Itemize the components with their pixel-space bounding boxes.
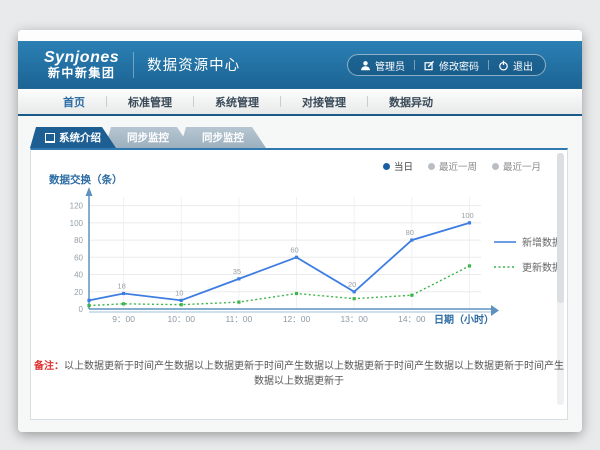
tab-2[interactable]: 同步监控 xyxy=(180,127,266,148)
svg-text:0: 0 xyxy=(79,305,84,314)
svg-text:100: 100 xyxy=(70,219,84,228)
change-password-label: 修改密码 xyxy=(439,58,479,73)
brand-divider xyxy=(133,52,134,78)
tab-1[interactable]: 同步监控 xyxy=(105,127,191,148)
footnote-text: 以上数据更新于时间产生数据以上数据更新于时间产生数据以上数据更新于时间产生数据以… xyxy=(64,361,564,387)
svg-text:40: 40 xyxy=(74,271,83,280)
nav-item-2[interactable]: 系统管理 xyxy=(194,94,280,110)
svg-text:11：00: 11：00 xyxy=(225,314,252,324)
nav-list: 首页标准管理系统管理对接管理数据异动 xyxy=(18,89,582,114)
window-icon xyxy=(45,133,55,143)
time-filter-option-0[interactable]: 当日 xyxy=(383,159,413,173)
svg-text:14：00: 14：00 xyxy=(398,314,426,324)
time-range-filter: 当日 最近一周 最近一月 xyxy=(383,159,541,173)
edit-icon xyxy=(424,60,435,71)
svg-text:12：00: 12：00 xyxy=(283,314,311,324)
time-filter-label: 当日 xyxy=(394,159,413,173)
nav-item-0[interactable]: 首页 xyxy=(42,94,106,110)
pill-divider xyxy=(414,60,415,70)
svg-text:日期（小时）: 日期（小时） xyxy=(434,313,494,326)
footnote-label: 备注： xyxy=(34,361,64,372)
nav-item-3[interactable]: 对接管理 xyxy=(281,94,367,110)
app-window: Synjones 新中新集团 数据资源中心 管理员 xyxy=(18,30,582,432)
time-filter-option-1[interactable]: 最近一周 xyxy=(428,159,477,173)
window-top-strip xyxy=(18,30,582,41)
svg-text:10: 10 xyxy=(175,288,183,297)
tab-0[interactable]: 系统介绍 xyxy=(30,127,116,148)
time-filter-option-2[interactable]: 最近一月 xyxy=(492,159,541,173)
brand-logo-text: Synjones xyxy=(44,49,119,67)
nav-item-4[interactable]: 数据异动 xyxy=(368,94,454,110)
tab-label: 同步监控 xyxy=(202,130,244,145)
svg-text:20: 20 xyxy=(74,288,83,297)
chart-panel: 当日最近一周最近一月 数据交换（条） 020406080100120181035… xyxy=(30,148,568,420)
nav-item-1[interactable]: 标准管理 xyxy=(107,94,193,110)
legend-line-sample xyxy=(493,263,517,271)
svg-text:60: 60 xyxy=(290,245,298,254)
svg-text:120: 120 xyxy=(70,202,84,211)
tab-label: 同步监控 xyxy=(127,130,169,145)
svg-text:35: 35 xyxy=(233,267,241,276)
svg-text:80: 80 xyxy=(406,228,414,237)
content-area: 系统介绍同步监控同步监控 当日最近一周最近一月 数据交换（条） 02040608… xyxy=(18,116,582,432)
brand-company-name: 新中新集团 xyxy=(44,67,119,80)
current-user-button[interactable]: 管理员 xyxy=(360,58,405,73)
svg-text:20: 20 xyxy=(348,280,356,289)
desktop-background: Synjones 新中新集团 数据资源中心 管理员 xyxy=(0,0,600,450)
svg-text:9：00: 9：00 xyxy=(112,314,135,324)
user-toolbar: 管理员 修改密码 退出 xyxy=(347,54,546,76)
scrollbar-thumb[interactable] xyxy=(557,153,564,303)
change-password-button[interactable]: 修改密码 xyxy=(424,58,479,73)
tab-label: 系统介绍 xyxy=(59,130,101,145)
pill-divider xyxy=(488,60,489,70)
logout-label: 退出 xyxy=(513,58,533,73)
user-icon xyxy=(360,60,371,71)
power-icon xyxy=(498,60,509,71)
radio-icon xyxy=(492,163,499,170)
footnote: 备注：以上数据更新于时间产生数据以上数据更新于时间产生数据以上数据更新于时间产生… xyxy=(31,357,567,387)
app-header: Synjones 新中新集团 数据资源中心 管理员 xyxy=(18,41,582,89)
svg-text:10：00: 10：00 xyxy=(168,314,196,324)
line-chart: 0 20 40 60 80 100 120 18 10 35 60 20 80 100 9：00 10：00 1… xyxy=(51,185,521,335)
tab-bar: 系统介绍 同步监控 同步监控 xyxy=(30,127,255,148)
radio-selected-icon xyxy=(383,163,390,170)
time-filter-label: 最近一月 xyxy=(503,159,541,173)
app-title: 数据资源中心 xyxy=(147,54,240,75)
svg-text:18: 18 xyxy=(117,281,125,290)
svg-text:80: 80 xyxy=(74,236,83,245)
main-nav: 首页标准管理系统管理对接管理数据异动 xyxy=(18,89,582,117)
legend-item-1[interactable]: 更新数据 xyxy=(493,259,562,274)
current-user-label: 管理员 xyxy=(375,58,405,73)
legend-label: 新增数据 xyxy=(522,234,562,249)
legend-line-sample xyxy=(493,238,517,246)
radio-icon xyxy=(428,163,435,170)
svg-text:13：00: 13：00 xyxy=(340,314,368,324)
time-filter-label: 最近一周 xyxy=(439,159,477,173)
legend-item-0[interactable]: 新增数据 xyxy=(493,234,562,249)
brand-logo: Synjones 新中新集团 xyxy=(44,49,119,80)
logout-button[interactable]: 退出 xyxy=(498,58,533,73)
legend-label: 更新数据 xyxy=(522,259,562,274)
svg-text:100: 100 xyxy=(461,211,474,220)
chart-legend: 新增数据更新数据 xyxy=(493,234,562,274)
svg-text:60: 60 xyxy=(74,253,83,262)
